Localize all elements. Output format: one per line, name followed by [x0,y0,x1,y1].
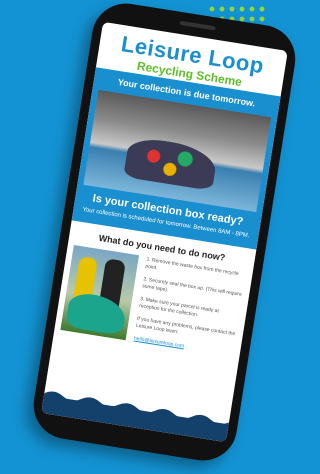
footer-waves [41,391,230,443]
equipment-pile [123,135,219,191]
collection-banner: Your collection is due tomorrow. Is your… [71,67,281,250]
email-screen: Leisure Loop Recycling Scheme Your colle… [41,21,288,443]
wave-shape [43,391,230,429]
phone-notch [179,20,216,31]
steps-list: 1. Remove the waste box from the recycle… [132,257,246,365]
equipment-photo [83,89,272,213]
children-photo [60,244,140,341]
phone-mockup: Leisure Loop Recycling Scheme Your colle… [28,0,301,466]
